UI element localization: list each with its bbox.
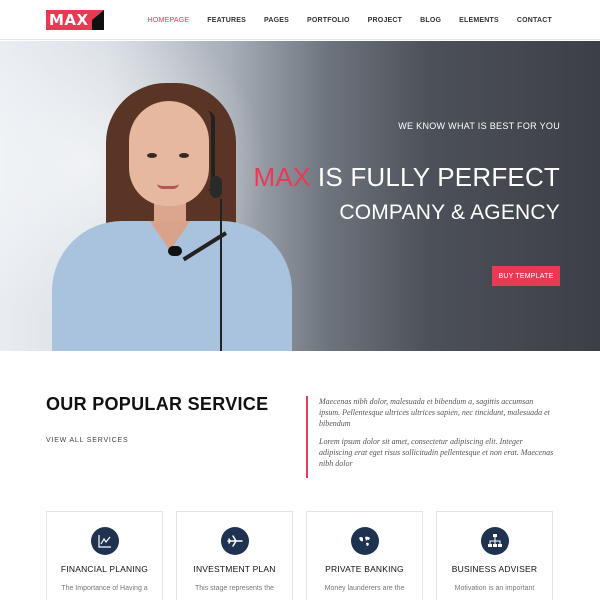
hero-title-line2: COMPANY & AGENCY bbox=[339, 201, 560, 224]
card-title: BUSINESS ADVISER bbox=[451, 564, 538, 574]
service-card-banking[interactable]: PRIVATE BANKING Money launderers are the bbox=[306, 511, 423, 600]
nav-portfolio[interactable]: PORTFOLIO bbox=[307, 17, 350, 24]
hero-title-rest: IS FULLY PERFECT bbox=[310, 162, 560, 192]
service-card-investment[interactable]: INVESTMENT PLAN This stage represents th… bbox=[176, 511, 293, 600]
quote-paragraph-2: Lorem ipsum dolor sit amet, consectetur … bbox=[319, 437, 554, 468]
main-nav: HOMEPAGE FEATURES PAGES PORTFOLIO PROJEC… bbox=[130, 0, 552, 40]
world-map-icon bbox=[351, 527, 379, 555]
nav-pages[interactable]: PAGES bbox=[264, 17, 289, 24]
services-quote: Maecenas nibh dolor, malesuada et bibend… bbox=[306, 396, 554, 478]
card-title: PRIVATE BANKING bbox=[325, 564, 404, 574]
card-text: Motivation is an important bbox=[454, 585, 535, 592]
card-text: This stage represents the bbox=[195, 585, 274, 592]
hero-title-accent: MAX bbox=[253, 162, 311, 192]
card-title: INVESTMENT PLAN bbox=[193, 564, 276, 574]
hero-title: MAX IS FULLY PERFECT bbox=[254, 162, 560, 193]
card-text: Money launderers are the bbox=[324, 585, 405, 592]
card-text: The Importance of Having a bbox=[61, 585, 148, 592]
nav-homepage[interactable]: HOMEPAGE bbox=[148, 17, 190, 24]
site-header: MAX HOMEPAGE FEATURES PAGES PORTFOLIO PR… bbox=[0, 0, 600, 40]
nav-features[interactable]: FEATURES bbox=[207, 17, 246, 24]
service-card-adviser[interactable]: BUSINESS ADVISER Motivation is an import… bbox=[436, 511, 553, 600]
service-card-financial[interactable]: FINANCIAL PLANING The Importance of Havi… bbox=[46, 511, 163, 600]
nav-contact[interactable]: CONTACT bbox=[517, 17, 552, 24]
hero-photo-support-agent bbox=[52, 81, 292, 351]
nav-blog[interactable]: BLOG bbox=[420, 17, 441, 24]
buy-template-button[interactable]: BUY TEMPLATE bbox=[492, 266, 560, 286]
nav-elements[interactable]: ELEMENTS bbox=[459, 17, 499, 24]
logo[interactable]: MAX bbox=[46, 10, 104, 30]
airplane-icon bbox=[221, 527, 249, 555]
logo-mark-icon bbox=[91, 10, 104, 30]
card-title: FINANCIAL PLANING bbox=[60, 564, 149, 574]
view-all-services-link[interactable]: VIEW ALL SERVICES bbox=[46, 437, 128, 444]
section-title: OUR POPULAR SERVICE bbox=[46, 394, 269, 414]
nav-project[interactable]: PROJECT bbox=[368, 17, 402, 24]
quote-paragraph-1: Maecenas nibh dolor, malesuada et bibend… bbox=[319, 397, 550, 428]
chart-icon bbox=[91, 527, 119, 555]
logo-text: MAX bbox=[46, 10, 92, 30]
hero-banner: WE KNOW WHAT IS BEST FOR YOU MAX IS FULL… bbox=[0, 41, 600, 351]
hero-subtitle: WE KNOW WHAT IS BEST FOR YOU bbox=[398, 121, 560, 131]
org-chart-icon bbox=[481, 527, 509, 555]
